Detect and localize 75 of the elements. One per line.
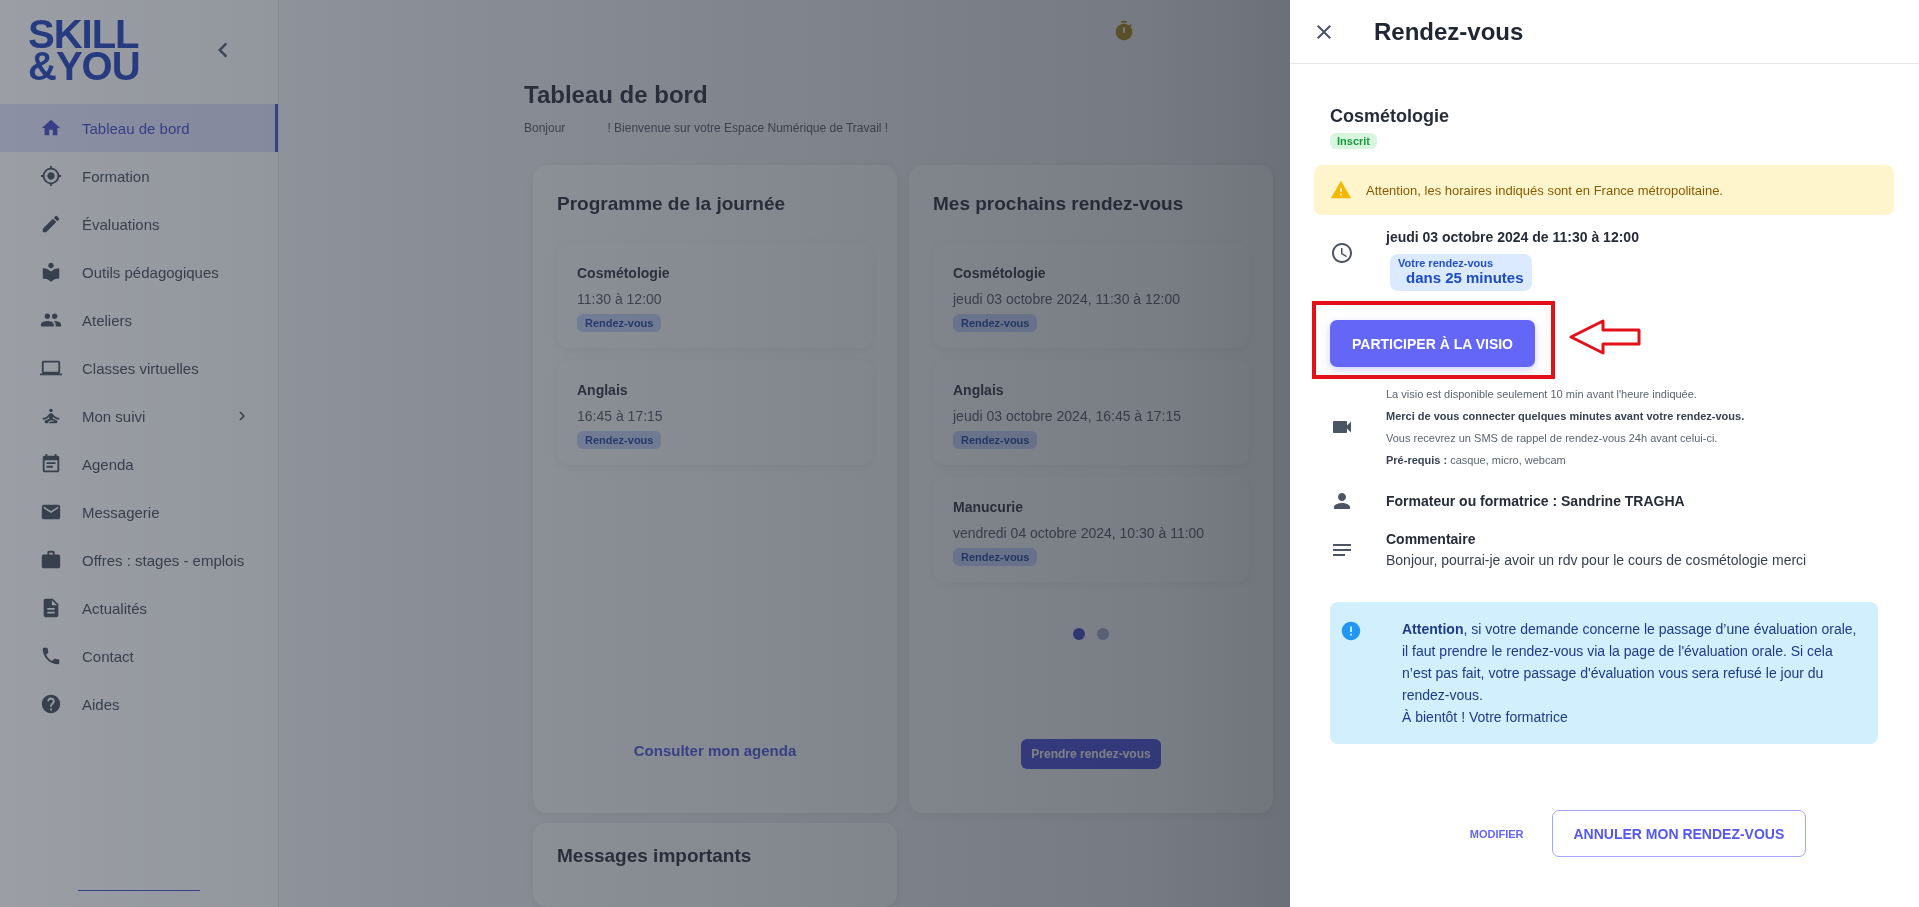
video-note: La visio est disponible seulement 10 min avant l'heure indiquée. [1386, 387, 1698, 402]
clock-icon [1330, 241, 1354, 265]
appointment-name: Cosmétologie [953, 265, 1047, 281]
crosshair-icon [40, 165, 62, 187]
sidebar-item[interactable]: Agenda [0, 440, 278, 488]
timer-icon[interactable] [1113, 19, 1135, 42]
appointment-name: Manucurie [953, 499, 1024, 515]
warning-text: Attention, les horaires indiqués sont en France métropolitaine. [1366, 182, 1723, 198]
sidebar-item[interactable]: Offres : stages - emplois [0, 536, 278, 584]
card-title: Messages importants [557, 845, 753, 867]
calendar-icon [40, 453, 62, 475]
greeting: Bonjour [524, 121, 566, 135]
help-icon [40, 693, 62, 715]
appointment-time: vendredi 04 octobre 2024, 10:30 à 11:00 [953, 525, 1206, 541]
pencil-icon [40, 213, 62, 235]
appointment-tag: Rendez-vous [953, 314, 1038, 332]
comment-text: Bonjour, pourrai-je avoir un rdv pour le cours de cosmétologie merci [1386, 552, 1808, 568]
sidebar-item[interactable]: Messagerie [0, 488, 278, 536]
agenda-link[interactable]: Consulter mon agenda [633, 742, 797, 759]
sidebar-item[interactable]: Tableau de bord [0, 104, 278, 152]
info-text: Attention, si votre demande concerne le passage d’une évaluation orale, il faut prendre le rendez-vous via la page de l'évaluation orale. Si cela n’est pas fait, votre passage d'évaluation vous sera refusé le jour du rendez-vous. [1402, 620, 1858, 705]
status-badge: Inscrit [1330, 133, 1377, 149]
countdown-label: Votre rendez-vous [1398, 257, 1495, 269]
page-title: Tableau de bord [524, 81, 709, 109]
appointment-tag: Rendez-vous [953, 548, 1038, 566]
drawer-title: Rendez-vous [1374, 17, 1524, 46]
sidebar-item[interactable]: Évaluations [0, 200, 278, 248]
appointment-time: 11:30 à 12:00 [577, 291, 663, 307]
appointment-date: jeudi 03 octobre 2024 de 11:30 à 12:00 [1386, 229, 1640, 245]
book-appointment-button[interactable]: Prendre rendez-vous [1021, 739, 1161, 769]
course-name: Cosmétologie [1330, 106, 1450, 127]
sidebar-item[interactable]: Outils pédagogiques [0, 248, 278, 296]
countdown-value: dans 25 minutes [1405, 269, 1524, 286]
video-note: Merci de vous connecter quelques minutes avant votre rendez-vous. [1386, 409, 1746, 424]
join-video-button[interactable]: PARTICIPER À LA VISIO [1330, 320, 1535, 367]
annotation-arrow [1569, 318, 1641, 356]
appointment-tag: Rendez-vous [577, 431, 662, 449]
phone-icon [40, 645, 62, 667]
sidebar-item[interactable]: Ateliers [0, 296, 278, 344]
appointment-time: jeudi 03 octobre 2024, 16:45 à 17:15 [953, 408, 1183, 424]
appointment-card[interactable]: Manucurie vendredi 04 octobre 2024, 10:30 à 11:00 Rendez-vous [933, 477, 1249, 582]
sidebar-item[interactable]: Classes virtuelles [0, 344, 278, 392]
carousel-dot[interactable] [1097, 628, 1109, 640]
logo: SKILL &YOU [28, 18, 140, 82]
appointment-tag: Rendez-vous [577, 314, 662, 332]
welcome-text: ! Bienvenue sur votre Espace Numérique de Travail ! [607, 121, 889, 135]
sidebar-item[interactable]: Mon suivi [0, 392, 278, 440]
appointment-tag: Rendez-vous [953, 431, 1038, 449]
warning-icon [1330, 179, 1352, 201]
video-note: Vous recevrez un SMS de rappel de rendez-vous 24h avant celui-ci. [1386, 431, 1719, 446]
info-text: À bientôt ! Votre formatrice [1402, 708, 1569, 727]
appointment-card[interactable]: Cosmétologie jeudi 03 octobre 2024, 11:30 à 12:00 Rendez-vous [933, 243, 1249, 348]
sidebar-item[interactable]: Actualités [0, 584, 278, 632]
sidebar-item[interactable]: Aides [0, 680, 278, 728]
appointment-name: Anglais [953, 382, 1005, 398]
card-title: Programme de la journée [557, 193, 787, 215]
comment-label: Commentaire [1386, 531, 1477, 547]
appointment-time: 16:45 à 17:15 [577, 408, 664, 424]
appointment-name: Cosmétologie [577, 265, 671, 281]
info-icon [1340, 620, 1362, 642]
appointment-card[interactable]: Anglais jeudi 03 octobre 2024, 16:45 à 17:15 Rendez-vous [933, 360, 1249, 465]
sidebar-item[interactable]: Contact [0, 632, 278, 680]
video-note: Pré-requis : casque, micro, webcam [1386, 453, 1567, 468]
appointment-time: jeudi 03 octobre 2024, 11:30 à 12:00 [953, 291, 1182, 307]
modify-button[interactable]: MODIFIER [1461, 819, 1532, 848]
appointment-card[interactable]: Cosmétologie 11:30 à 12:00 Rendez-vous [557, 243, 873, 348]
trainer-name: Formateur ou formatrice : Sandrine TRAGHA [1386, 492, 1686, 511]
card-title: Mes prochains rendez-vous [933, 193, 1185, 215]
appointment-card[interactable]: Anglais 16:45 à 17:15 Rendez-vous [557, 360, 873, 465]
reader-icon [40, 261, 62, 283]
briefcase-icon [40, 549, 62, 571]
carousel-dot[interactable] [1073, 628, 1085, 640]
cancel-appointment-button[interactable]: ANNULER MON RENDEZ-VOUS [1551, 810, 1807, 857]
sidebar-item[interactable]: Formation [0, 152, 278, 200]
appointment-name: Anglais [577, 382, 629, 398]
